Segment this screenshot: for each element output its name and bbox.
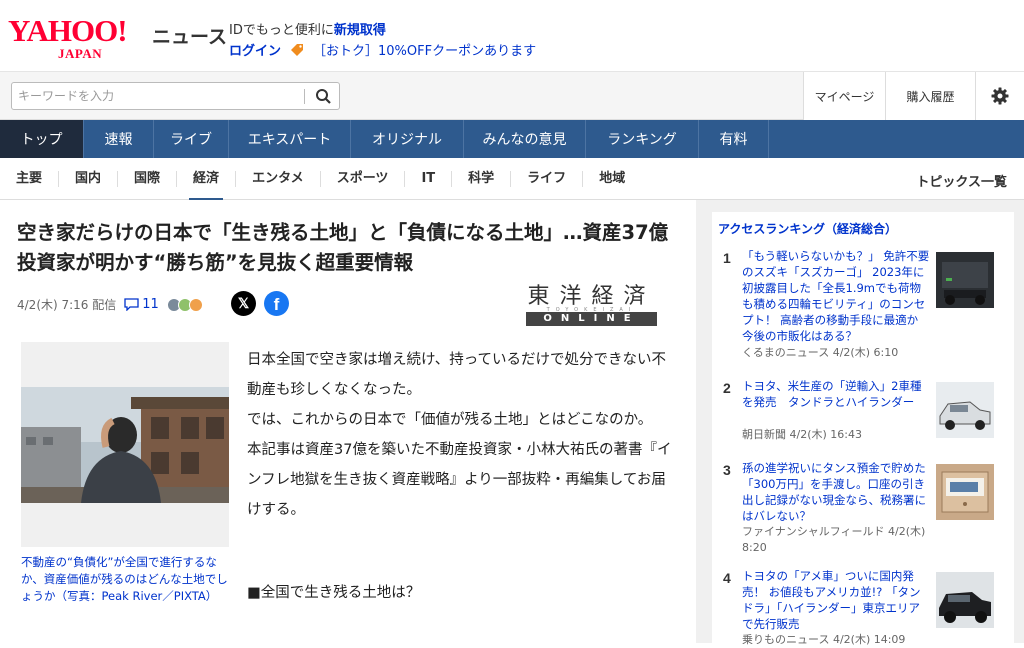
purchase-history-link[interactable]: 購入履歴 — [885, 72, 975, 120]
search-divider — [304, 89, 305, 104]
mypage-link[interactable]: マイページ — [803, 72, 885, 120]
publisher-online: ONLINE — [526, 312, 657, 326]
category-nav: 主要 国内 国際 経済 エンタメ スポーツ IT 科学 ライフ 地域 — [0, 158, 1024, 201]
coupon-link[interactable]: ［おトク］10%OFFクーポンあります — [313, 40, 536, 59]
share-x-button[interactable]: 𝕏 — [231, 291, 256, 316]
comment-count: 11 — [142, 297, 159, 312]
site-header: YAHOO! JAPAN ニュース IDでもっと便利に新規取得 ログイン ［おト… — [0, 0, 1024, 72]
section-heading: ■全国で生き残る土地は？ — [247, 585, 421, 601]
image-caption: 不動産の“負債化”が全国で進行するなか、資産価値が残るのはどんな土地でしょうか（… — [21, 555, 228, 603]
rank-title[interactable]: 「もう軽いらないかも？」 免許不要のスズキ「スズカーゴ」 2023年に初披露目し… — [742, 248, 930, 344]
category-international[interactable]: 国際 — [118, 170, 178, 187]
rank-source: くるまのニュース 4/2(木) 6:10 — [742, 346, 899, 359]
publish-date: 4/2(木) 7:16 配信 — [17, 298, 117, 312]
signup-link[interactable]: 新規取得 — [334, 23, 386, 38]
topics-list-link[interactable]: トピックス一覧 — [916, 171, 1007, 190]
nav-ranking[interactable]: ランキング — [586, 120, 699, 158]
search-box — [11, 82, 340, 110]
logo-wordmark: YAHOO! — [8, 13, 128, 48]
logo-japan: JAPAN — [58, 46, 103, 61]
nav-original[interactable]: オリジナル — [351, 120, 464, 158]
share-facebook-button[interactable]: f — [264, 291, 289, 316]
facebook-logo-icon: f — [273, 295, 280, 314]
access-ranking: アクセスランキング（経済総合） 1 「もう軽いらないかも？」 免許不要のスズキ「… — [712, 212, 1014, 646]
yahoo-japan-logo[interactable]: YAHOO! JAPAN — [8, 13, 148, 62]
main-nav: トップ 速報 ライブ エキスパート オリジナル みんなの意見 ランキング 有料 — [0, 120, 1024, 158]
paragraph: 日本全国で空き家は増え続け、持っているだけで処分できない不動産も珍しくなくなった… — [247, 352, 667, 398]
comment-icon — [124, 298, 139, 311]
gear-icon — [991, 87, 1009, 105]
article: 空き家だらけの日本で「生き残る土地」と「負債になる土地」…資産37億投資家が明か… — [0, 200, 696, 643]
service-name[interactable]: ニュース — [152, 22, 227, 49]
rank-number: 1 — [723, 250, 731, 266]
rank-number: 2 — [723, 380, 731, 396]
rank-title[interactable]: トヨタ、米生産の「逆輸入」2車種を発売 タンドラとハイランダー — [742, 378, 930, 410]
article-body: 日本全国で空き家は増え続け、持っているだけで処分できない不動産も珍しくなくなった… — [247, 345, 679, 525]
search-bar-row: マイページ 購入履歴 — [0, 72, 1024, 120]
login-row: ログイン ［おトク］10%OFFクーポンあります — [229, 40, 536, 59]
publisher-logo[interactable]: 東洋経済 TOYOKEIZAI ONLINE — [526, 284, 657, 328]
commenter-avatars — [166, 297, 203, 312]
category-local[interactable]: 地域 — [583, 171, 641, 187]
nav-live[interactable]: ライブ — [154, 120, 229, 158]
category-economy[interactable]: 経済 — [177, 170, 237, 201]
article-image[interactable] — [21, 342, 229, 547]
avatar — [188, 297, 203, 312]
category-life[interactable]: ライフ — [511, 170, 584, 187]
rank-title[interactable]: 孫の進学祝いにタンス預金で貯めた「300万円」を手渡し。口座の引き出し記録がない… — [742, 460, 930, 524]
category-entertainment[interactable]: エンタメ — [236, 170, 321, 187]
category-sports[interactable]: スポーツ — [321, 170, 406, 187]
nav-opinions[interactable]: みんなの意見 — [464, 120, 586, 158]
paragraph: 本記事は資産37億を築いた不動産投資家・小林大祐氏の著書『インフレ地獄を生き抜く… — [247, 442, 672, 518]
id-promo: IDでもっと便利に新規取得 — [229, 19, 386, 38]
rank-number: 3 — [723, 462, 731, 478]
x-logo-icon: 𝕏 — [237, 295, 250, 311]
rank-title[interactable]: トヨタの「アメ車」ついに国内発売！ お値段もアメリカ並!? 「タンドラ」「ハイラ… — [742, 568, 930, 632]
paragraph: では、これからの日本で「価値が残る土地」とはどこなのか。 — [247, 412, 653, 428]
category-domestic[interactable]: 国内 — [59, 170, 119, 187]
search-input[interactable] — [18, 87, 298, 105]
nav-expert[interactable]: エキスパート — [229, 120, 351, 158]
nav-top[interactable]: トップ — [0, 120, 84, 158]
nav-breaking[interactable]: 速報 — [84, 120, 154, 158]
rank-thumbnail — [936, 252, 994, 308]
coupon-tag-icon — [291, 43, 304, 56]
rank-thumbnail — [936, 382, 994, 438]
rank-source: ファイナンシャルフィールド 4/2(木) 8:20 — [742, 525, 926, 554]
category-it[interactable]: IT — [405, 170, 453, 187]
article-photo — [21, 387, 229, 503]
rank-source: 朝日新聞 4/2(木) 16:43 — [742, 428, 862, 441]
rank-source: 乗りものニュース 4/2(木) 14:09 — [742, 633, 906, 646]
settings-button[interactable] — [975, 72, 1024, 120]
login-link[interactable]: ログイン — [229, 40, 281, 59]
article-meta: 4/2(木) 7:16 配信 11 — [17, 296, 203, 313]
category-main[interactable]: 主要 — [0, 170, 60, 187]
search-icon[interactable] — [312, 86, 336, 106]
article-title: 空き家だらけの日本で「生き残る土地」と「負債になる土地」…資産37億投資家が明か… — [17, 221, 669, 274]
rank-number: 4 — [723, 570, 731, 586]
id-promo-text: IDでもっと便利に — [229, 23, 334, 38]
ranking-title[interactable]: アクセスランキング（経済総合） — [718, 220, 897, 237]
nav-paid[interactable]: 有料 — [699, 120, 769, 158]
comments-link[interactable]: 11 — [124, 297, 159, 312]
category-science[interactable]: 科学 — [452, 170, 512, 187]
rank-thumbnail — [936, 572, 994, 628]
rank-thumbnail — [936, 464, 994, 520]
